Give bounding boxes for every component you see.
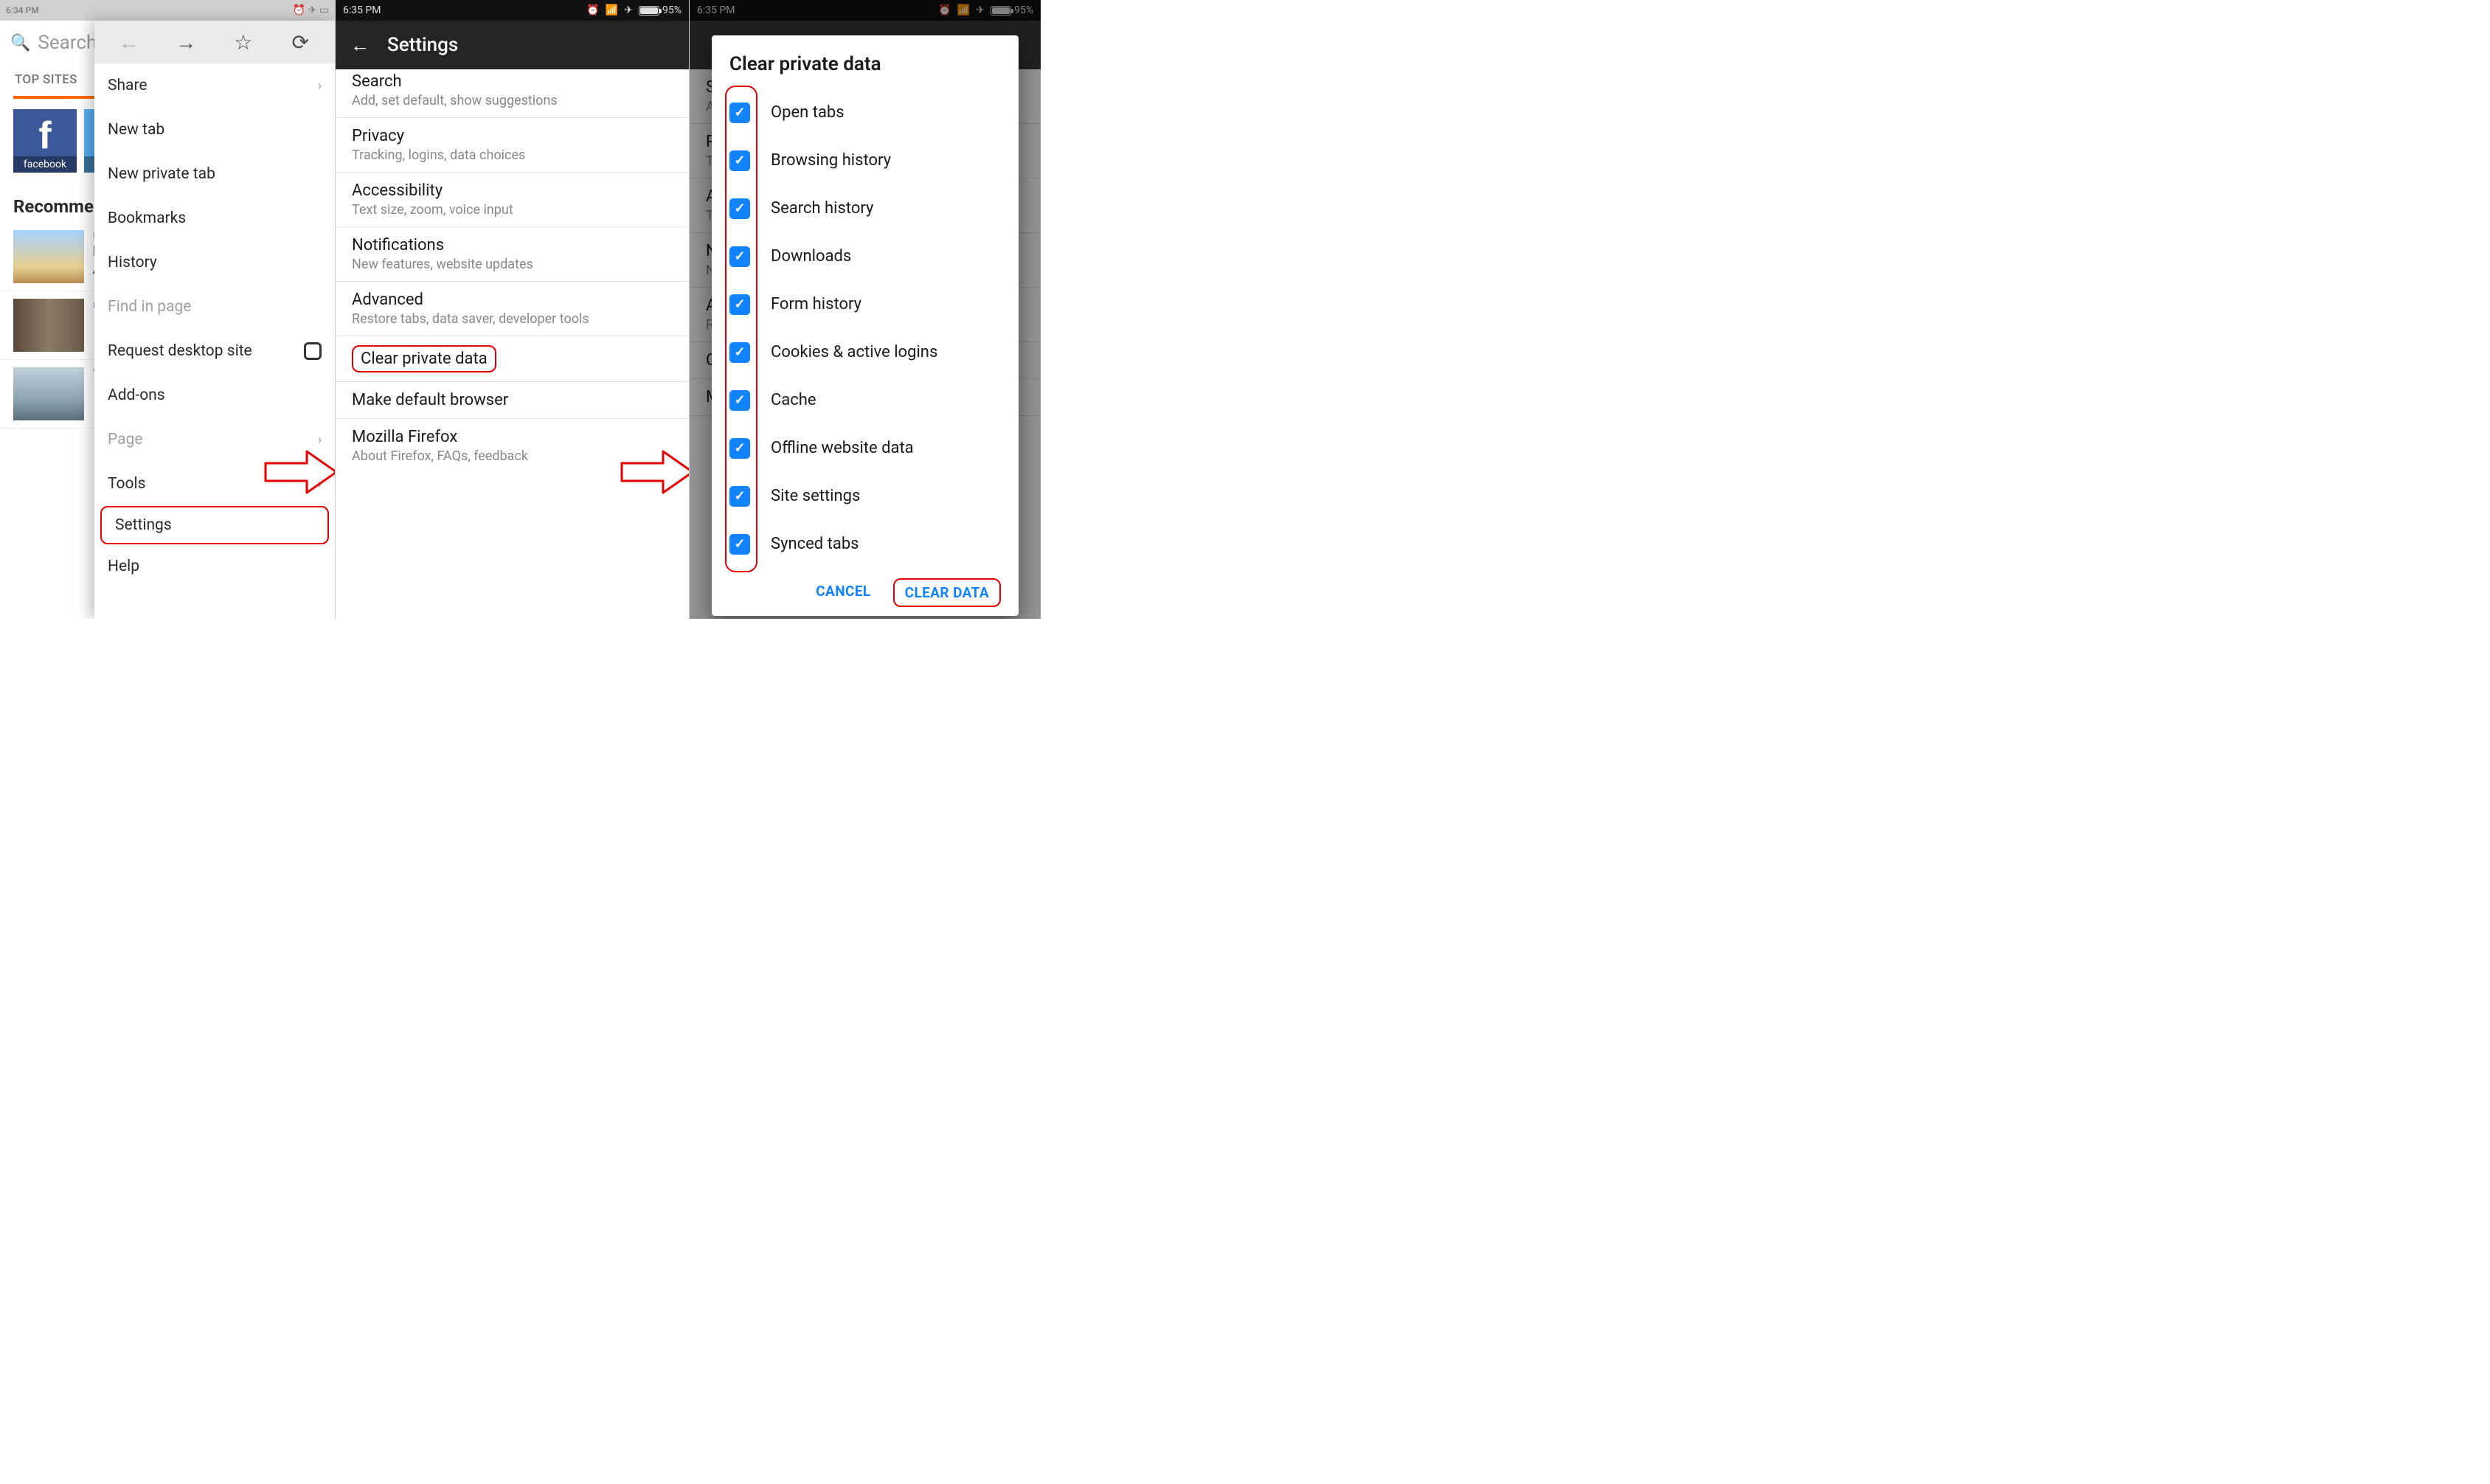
menu-new-tab[interactable]: New tab (94, 108, 335, 152)
dialog-title: Clear private data (729, 53, 1001, 75)
chevron-right-icon: › (318, 432, 322, 448)
menu-request-desktop[interactable]: Request desktop site (94, 329, 335, 373)
app-bar: ← Settings (336, 21, 689, 69)
thumbnail (13, 230, 84, 283)
check-cache[interactable]: ✓Cache (729, 376, 1001, 424)
menu-nav-row: ← → ☆ ⟳ (94, 21, 335, 63)
check-form-history[interactable]: ✓Form history (729, 280, 1001, 328)
status-icons: ⏰ 📶 ✈ 95% (586, 4, 682, 16)
search-icon: 🔍 (10, 34, 30, 52)
settings-row-accessibility[interactable]: Accessibility Text size, zoom, voice inp… (336, 173, 689, 227)
check-browsing-history[interactable]: ✓Browsing history (729, 136, 1001, 184)
menu-share[interactable]: Share › (94, 63, 335, 108)
checkbox-checked-icon[interactable]: ✓ (729, 534, 750, 555)
status-time: 6:35 PM (343, 4, 381, 16)
thumbnail (13, 299, 84, 352)
status-bar: 6:35 PM ⏰ 📶 ✈ 95% (336, 0, 689, 21)
wifi-icon: 📶 (606, 4, 618, 16)
checkbox-checked-icon[interactable]: ✓ (729, 390, 750, 411)
menu-find-in-page: Find in page (94, 285, 335, 329)
forward-icon[interactable]: → (171, 30, 201, 55)
callout-arrow-icon (620, 448, 690, 496)
settings-row-default-browser[interactable]: Make default browser (336, 382, 689, 419)
star-icon[interactable]: ☆ (229, 30, 258, 55)
cancel-button[interactable]: CANCEL (811, 578, 875, 607)
dialog-actions: CANCEL CLEAR DATA (729, 578, 1001, 607)
airplane-icon: ✈ (624, 4, 633, 16)
callout-settings: Settings (100, 506, 329, 544)
tile-facebook[interactable]: facebook (13, 109, 77, 173)
callout-clear-private-data: Clear private data (352, 345, 496, 372)
menu-new-private-tab[interactable]: New private tab (94, 152, 335, 196)
page-title: Settings (387, 34, 458, 56)
checkbox-checked-icon[interactable]: ✓ (729, 438, 750, 459)
settings-row-advanced[interactable]: Advanced Restore tabs, data saver, devel… (336, 282, 689, 336)
check-open-tabs[interactable]: ✓Open tabs (729, 89, 1001, 136)
check-search-history[interactable]: ✓Search history (729, 184, 1001, 232)
settings-row-notifications[interactable]: Notifications New features, website upda… (336, 227, 689, 282)
check-offline-data[interactable]: ✓Offline website data (729, 424, 1001, 472)
checkbox-checked-icon[interactable]: ✓ (729, 294, 750, 315)
status-icons: ⏰ ✈ ▭ (293, 4, 329, 16)
checkbox-checked-icon[interactable]: ✓ (729, 486, 750, 507)
thumbnail (13, 367, 84, 420)
back-icon[interactable]: ← (114, 30, 144, 55)
reload-icon[interactable]: ⟳ (285, 30, 315, 55)
settings-row-privacy[interactable]: Privacy Tracking, logins, data choices (336, 118, 689, 173)
menu-help[interactable]: Help (94, 544, 335, 589)
check-downloads[interactable]: ✓Downloads (729, 232, 1001, 280)
menu-addons[interactable]: Add-ons (94, 373, 335, 417)
checkbox-checked-icon[interactable]: ✓ (729, 246, 750, 267)
alarm-icon: ⏰ (586, 4, 599, 16)
check-cookies[interactable]: ✓Cookies & active logins (729, 328, 1001, 376)
check-site-settings[interactable]: ✓Site settings (729, 472, 1001, 520)
check-synced-tabs[interactable]: ✓Synced tabs (729, 520, 1001, 568)
menu-bookmarks[interactable]: Bookmarks (94, 196, 335, 240)
checkbox-checked-icon[interactable]: ✓ (729, 198, 750, 219)
battery-icon: 95% (639, 4, 682, 16)
chevron-right-icon: › (318, 78, 322, 94)
clear-data-button[interactable]: CLEAR DATA (893, 578, 1001, 607)
panel-settings: 6:35 PM ⏰ 📶 ✈ 95% ← Settings Search Add,… (336, 0, 690, 619)
status-time: 6:34 PM (6, 5, 39, 15)
menu-settings[interactable]: Settings (102, 507, 327, 543)
menu-history[interactable]: History (94, 240, 335, 285)
status-bar: 6:34 PM ⏰ ✈ ▭ (0, 0, 335, 21)
checkbox-icon[interactable] (304, 342, 322, 360)
panel-browser-menu: 6:34 PM ⏰ ✈ ▭ 🔍 Search or enter address … (0, 0, 336, 619)
panel-clear-data-dialog: 6:35 PM ⏰ 📶 ✈ 95% SA PT AT NN AR C M Cle… (690, 0, 1041, 619)
back-icon[interactable]: ← (350, 34, 370, 57)
checkbox-checked-icon[interactable]: ✓ (729, 103, 750, 123)
callout-arrow-icon (264, 448, 336, 496)
settings-row-clear-private-data[interactable]: Clear private data (336, 336, 689, 382)
settings-row-search[interactable]: Search Add, set default, show suggestion… (336, 69, 689, 118)
checkbox-checked-icon[interactable]: ✓ (729, 150, 750, 171)
clear-data-dialog: Clear private data ✓Open tabs ✓Browsing … (712, 35, 1019, 616)
overflow-menu: ← → ☆ ⟳ Share › New tab New private tab … (94, 21, 335, 619)
checkbox-checked-icon[interactable]: ✓ (729, 342, 750, 363)
